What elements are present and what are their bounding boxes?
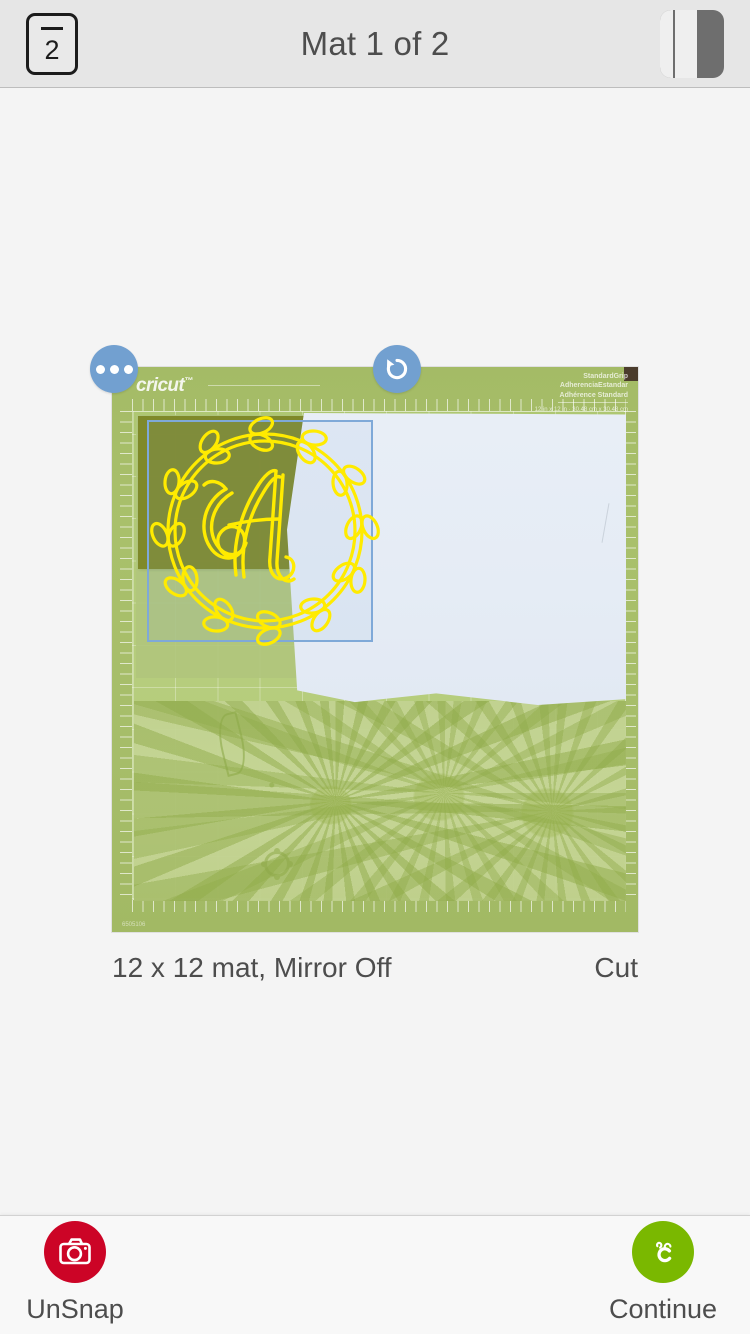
rotate-ccw-icon [386,358,408,380]
mat-stack-icon [41,26,63,30]
mat-preview[interactable]: cricut™ StandardGrip AdherenciaEstandar … [90,345,638,932]
mat-grip-note: StandardGrip AdherenciaEstandar Adhérenc… [535,372,628,415]
brand-underline [208,385,320,386]
grip-note-rule [558,402,628,404]
page-title: Mat 1 of 2 [300,24,450,62]
more-dots-icon-3 [123,364,133,374]
grip-dimensions: 12 in x 12 in · 30.48 cm x 30.48 cm [534,407,628,414]
cricut-logo-icon [656,1241,672,1263]
unsnap-button[interactable]: UnSnap [0,1221,150,1325]
mat-count-button[interactable]: 2 [26,12,78,75]
mat-caption-row: 12 x 12 mat, Mirror Off Cut [112,952,638,984]
mat-count-value: 2 [44,34,60,65]
panel-layout-icon [660,9,675,78]
paper-fold-crease [601,503,610,543]
rotate-button[interactable] [373,345,421,393]
panel-layout-icon-second [675,9,697,78]
grip-line-2: AdherenciaEstandar [559,382,628,390]
floral-sun-motif [264,851,290,877]
cricut-brand-logo-text: cricut [136,375,185,396]
bottom-toolbar: UnSnap Continue [0,1215,750,1334]
mat-ruler-left [120,411,132,900]
app-header: 2 Mat 1 of 2 [0,0,750,88]
continue-button-circle [632,1221,694,1283]
mat-size-mirror-label: 12 x 12 mat, Mirror Off [112,952,392,983]
grip-line-3: Adhérence Standard [559,391,628,399]
cricut-brand-logo: cricut™ [136,375,193,396]
camera-icon [59,1238,91,1265]
mat-serial-number: 6505106 [122,922,146,928]
design-monogram-wreath-a[interactable] [140,407,390,655]
more-dots-icon-2 [109,364,119,374]
panel-toggle-button[interactable] [660,9,724,78]
unsnap-button-circle [44,1221,106,1283]
floral-leaf-motif [212,711,252,777]
continue-button-label: Continue [608,1294,718,1324]
mat-preview-screen: 2 Mat 1 of 2 cricut™ StandardGrip Adhere… [0,0,750,1334]
mat-ruler-bottom [132,900,626,912]
grip-line-1: StandardGrip [583,373,628,380]
more-dots-icon [95,364,105,374]
material-floral-paper [134,701,626,901]
canvas-area: cricut™ StandardGrip AdherenciaEstandar … [0,88,750,1215]
mat-operation-label[interactable]: Cut [594,952,638,984]
continue-button[interactable]: Continue [588,1221,738,1325]
more-options-button[interactable] [90,345,138,393]
unsnap-button-label: UnSnap [26,1294,124,1324]
